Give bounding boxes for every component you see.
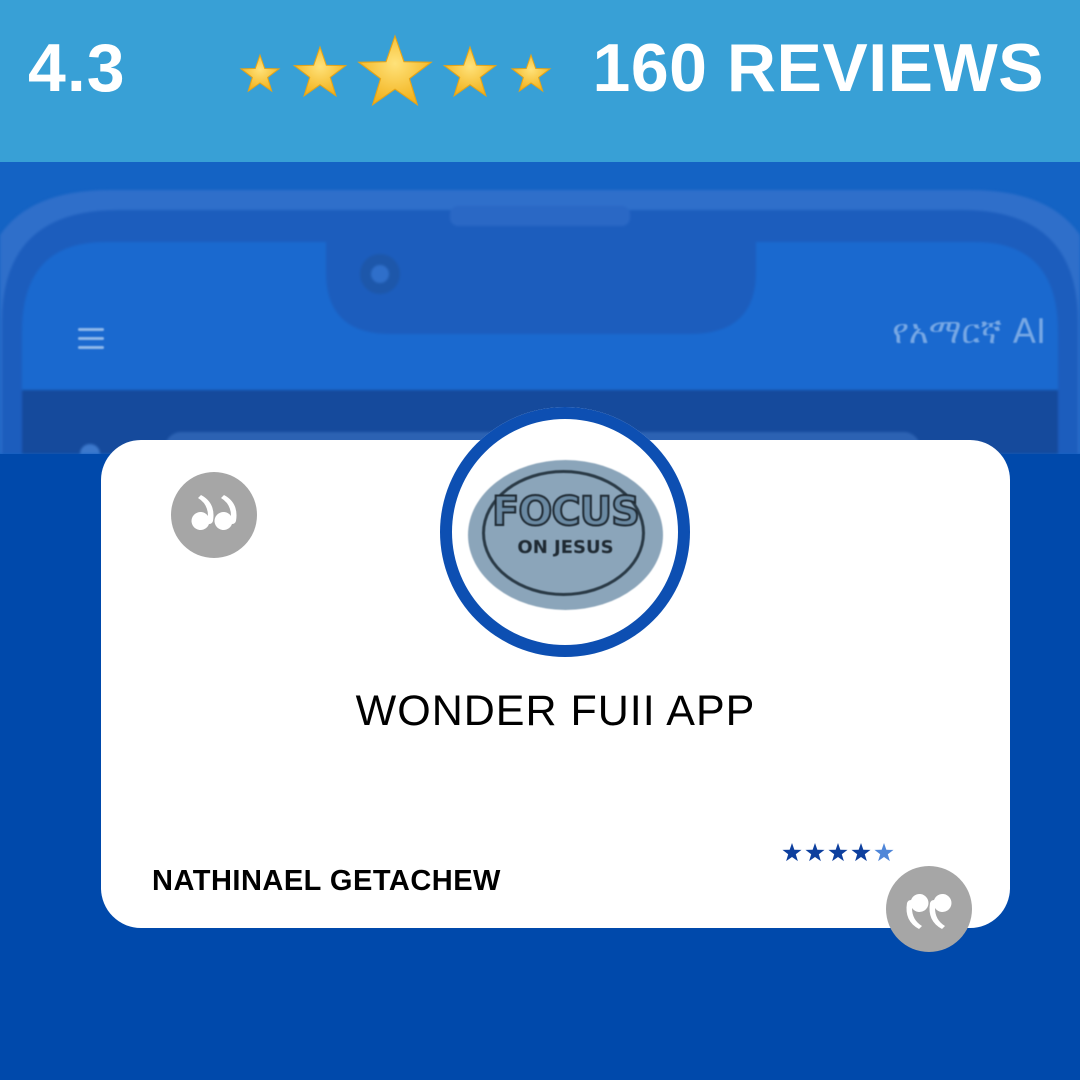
reviews-count: 160 REVIEWS — [592, 30, 1044, 106]
review-stars — [782, 843, 894, 862]
avatar-logo-subtext: ON JESUS — [517, 537, 614, 558]
banner-stars — [239, 34, 552, 107]
rating-banner: 4.3 160 REVIEWS — [0, 0, 1080, 162]
quote-open-icon — [171, 472, 257, 558]
star-icon — [292, 45, 348, 98]
app-name: WONDER FUII APP — [355, 687, 756, 735]
star-icon — [828, 843, 848, 862]
star-icon — [357, 34, 433, 107]
average-rating: 4.3 — [28, 30, 126, 106]
star-icon — [782, 843, 802, 862]
star-icon — [510, 53, 552, 93]
quote-close-icon — [886, 866, 972, 952]
star-icon — [239, 53, 281, 93]
hamburger-menu-icon — [78, 328, 104, 350]
backdrop-app-title: የአማርኛ AI — [892, 312, 1046, 352]
avatar-logo-text: FOCUS — [491, 489, 641, 535]
star-icon — [442, 45, 498, 98]
star-icon — [851, 843, 871, 862]
star-icon — [805, 843, 825, 862]
reviewer-name: NATHINAEL GETACHEW — [152, 865, 501, 897]
star-icon — [874, 843, 894, 862]
avatar: FOCUS ON JESUS — [468, 460, 663, 610]
